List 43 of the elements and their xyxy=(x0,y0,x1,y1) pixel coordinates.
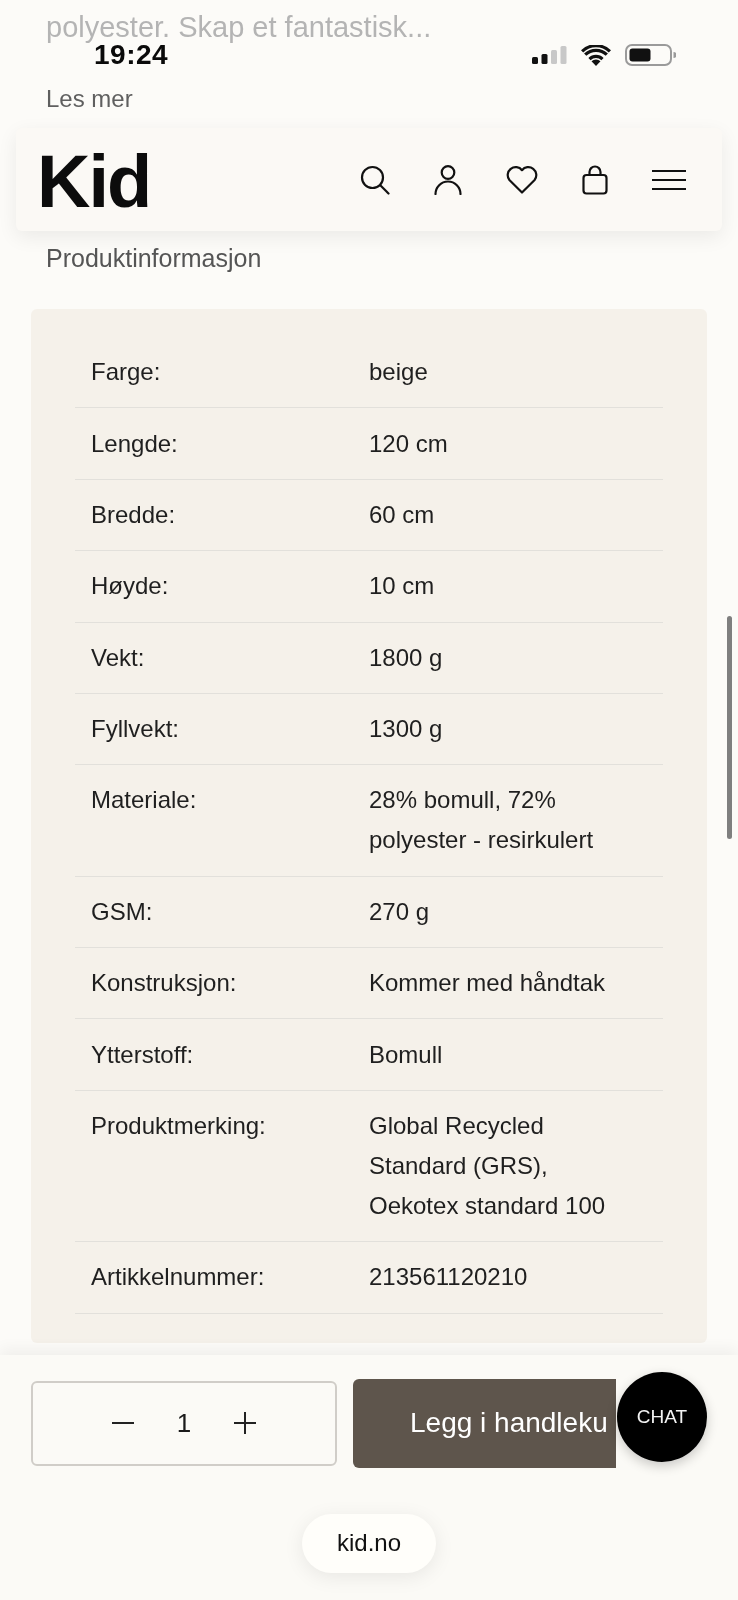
spec-label: Produktmerking: xyxy=(90,1110,267,1141)
account-icon[interactable] xyxy=(434,164,462,195)
quantity-field[interactable]: 1 xyxy=(172,1407,196,1439)
spec-value: 213561120210 xyxy=(369,1262,529,1293)
heart-icon[interactable] xyxy=(506,165,538,194)
add-to-cart-button[interactable]: Legg i handleku xyxy=(353,1378,616,1468)
signal-icon xyxy=(532,46,567,64)
spec-value: 28% bomull, 72% polyester - resirkulert xyxy=(369,785,595,856)
section-title: Produktinformasjon xyxy=(46,243,262,274)
status-time: 19:24 xyxy=(94,42,169,68)
spec-label: GSM: xyxy=(90,896,154,927)
spec-value: Global Recycled Standard (GRS), Oekotex standard 100 xyxy=(369,1110,607,1221)
spec-label: Materiale: xyxy=(90,785,198,816)
spec-label: Høyde: xyxy=(90,571,170,602)
address-bar[interactable]: kid.no xyxy=(302,1513,436,1573)
spec-label: Lengde: xyxy=(90,428,179,459)
description-text: polyester. Skap et fantastisk... xyxy=(45,10,432,42)
spec-label: Konstruksjon: xyxy=(90,968,238,999)
read-more-link[interactable]: Les mer xyxy=(46,79,133,119)
spec-label: Artikkelnummer: xyxy=(90,1262,266,1293)
spec-label: Bredde: xyxy=(90,499,177,530)
shopping-bag-icon[interactable] xyxy=(582,164,608,195)
spec-value: 1800 g xyxy=(369,642,444,673)
spec-value: 60 cm xyxy=(369,499,436,530)
spec-value: Bomull xyxy=(369,1039,444,1070)
chat-button[interactable]: CHAT xyxy=(617,1371,707,1462)
spec-value: Kommer med håndtak xyxy=(369,968,607,999)
brand-logo[interactable]: Kid xyxy=(37,141,151,222)
spec-value: 10 cm xyxy=(369,571,436,602)
menu-icon[interactable] xyxy=(652,169,686,190)
spec-label: Ytterstoff: xyxy=(90,1039,195,1070)
wifi-icon xyxy=(581,44,611,66)
minus-icon xyxy=(112,1422,134,1424)
spec-value: 1300 g xyxy=(369,714,444,745)
search-icon[interactable] xyxy=(360,164,390,195)
spec-value: 270 g xyxy=(369,896,431,927)
battery-icon xyxy=(625,44,676,66)
spec-value: beige xyxy=(369,357,429,388)
plus-icon xyxy=(234,1412,256,1434)
spec-label: Fyllvekt: xyxy=(90,714,180,745)
spec-value: 120 cm xyxy=(369,428,449,459)
spec-label: Vekt: xyxy=(90,642,146,673)
spec-label: Farge: xyxy=(90,357,162,388)
